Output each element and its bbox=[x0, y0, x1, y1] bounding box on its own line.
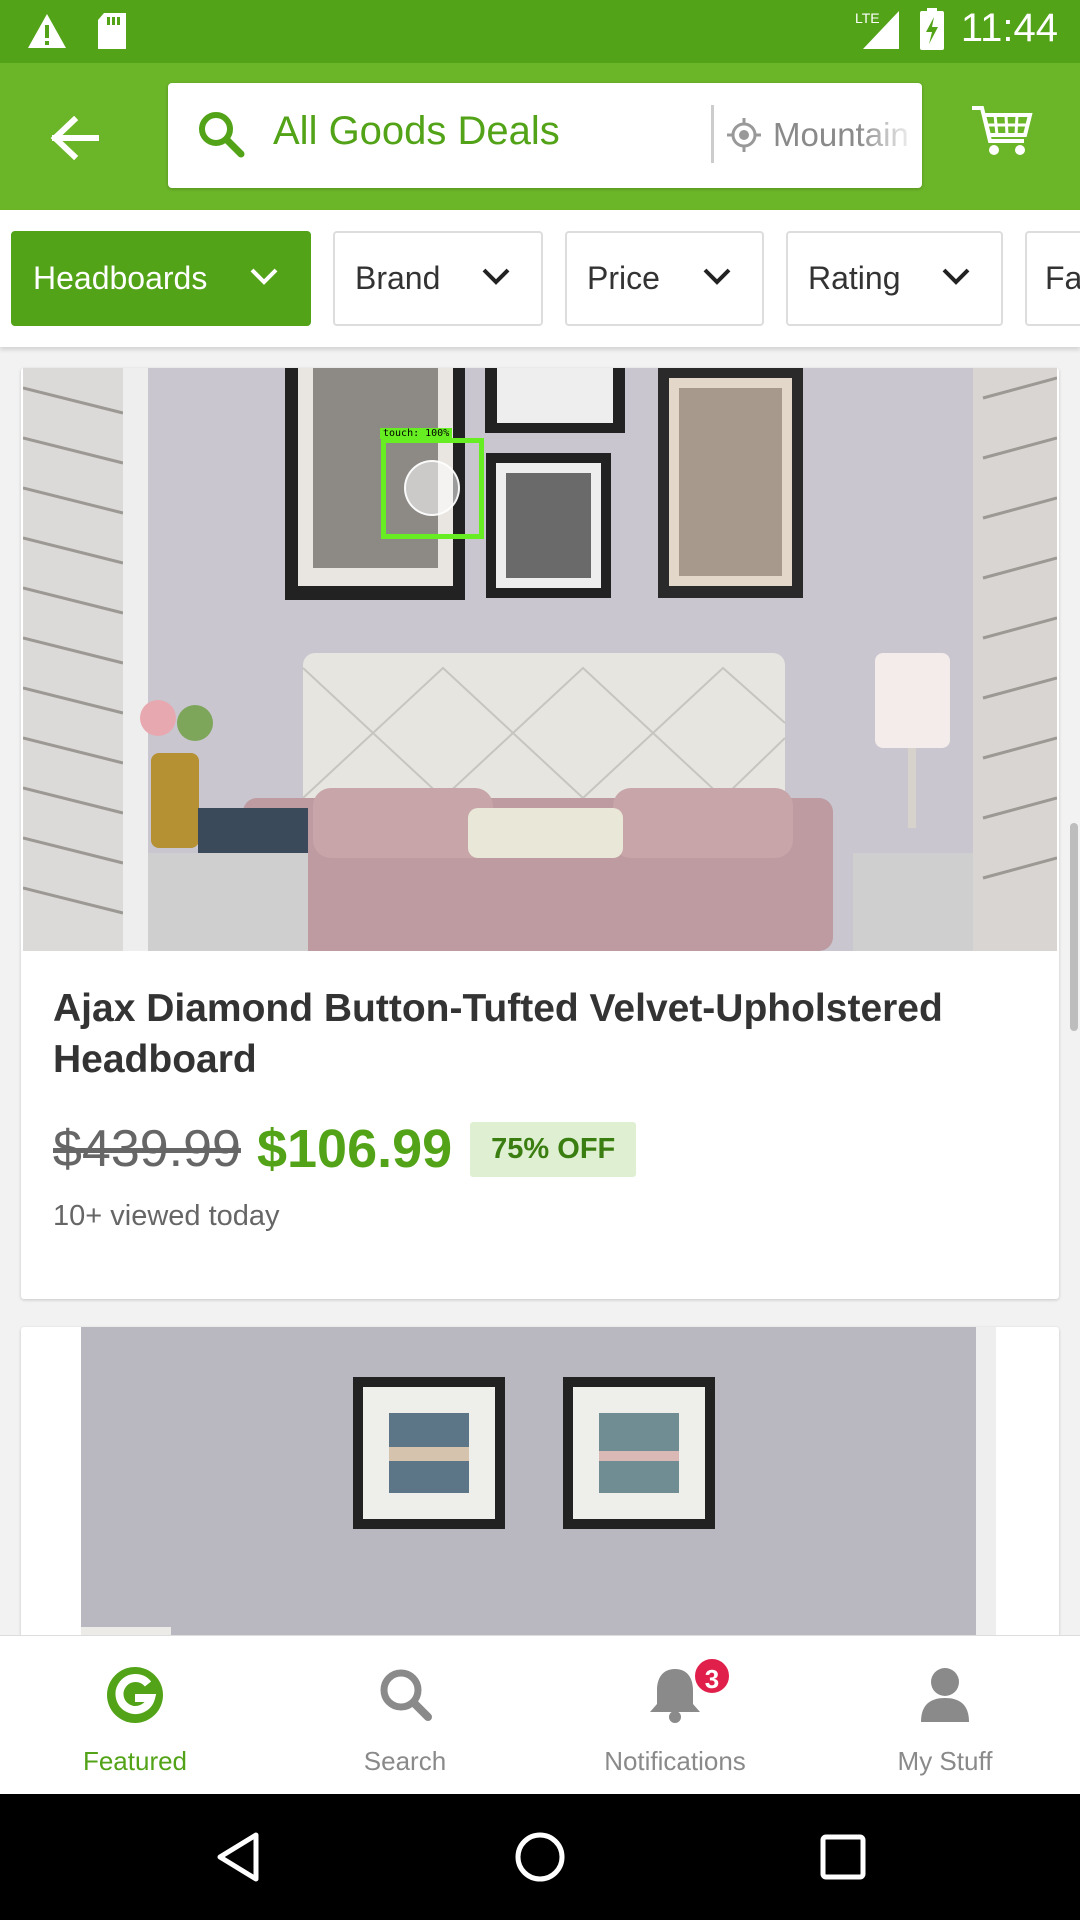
chevron-down-icon bbox=[250, 268, 278, 285]
filter-chip-more[interactable]: Fa bbox=[1025, 231, 1080, 326]
filter-chip-label: Fa bbox=[1045, 260, 1080, 296]
scrollbar[interactable] bbox=[1070, 823, 1078, 1031]
discount-badge: 75% OFF bbox=[470, 1121, 637, 1177]
filter-chip-label: Rating bbox=[808, 260, 901, 296]
deal-card[interactable]: Ajax Diamond Button-Tufted Velvet-Uphols… bbox=[21, 368, 1059, 1299]
groupon-g-icon bbox=[107, 1667, 163, 1723]
square-recents-icon bbox=[820, 1834, 866, 1880]
location-target-icon bbox=[727, 118, 761, 152]
clock: 11:44 bbox=[960, 6, 1058, 50]
divider bbox=[711, 105, 714, 163]
filter-chip-label: Headboards bbox=[33, 260, 208, 296]
cart-button[interactable] bbox=[970, 103, 1040, 168]
location-fade bbox=[858, 103, 918, 168]
person-icon bbox=[921, 1668, 969, 1722]
filter-chip-brand[interactable]: Brand bbox=[333, 231, 543, 326]
nav-label: Featured bbox=[82, 1746, 188, 1776]
system-recents-button[interactable] bbox=[813, 1827, 873, 1887]
warning-icon bbox=[28, 14, 66, 48]
nav-notifications[interactable]: 3 Notifications bbox=[540, 1636, 810, 1795]
app-header: All Goods Deals Mountain bbox=[0, 63, 1080, 210]
search-query[interactable]: All Goods Deals bbox=[273, 109, 560, 154]
price-row: $439.99 $106.99 75% OFF bbox=[53, 1118, 637, 1180]
sale-price: $106.99 bbox=[256, 1119, 453, 1179]
chevron-down-icon bbox=[482, 268, 510, 285]
sd-card-icon bbox=[98, 13, 126, 49]
touch-point bbox=[404, 460, 460, 516]
filter-chip-price[interactable]: Price bbox=[565, 231, 764, 326]
original-price: $439.99 bbox=[53, 1120, 241, 1178]
deal-card[interactable] bbox=[21, 1327, 1059, 1687]
chevron-down-icon bbox=[942, 268, 970, 285]
filter-chip-rating[interactable]: Rating bbox=[786, 231, 1003, 326]
system-navigation-bar bbox=[0, 1794, 1080, 1920]
cart-icon bbox=[972, 106, 1033, 155]
touch-label: touch: 100% bbox=[380, 428, 453, 439]
nav-search[interactable]: Search bbox=[270, 1636, 540, 1795]
filter-bar: Headboards Brand Price Rating Fa bbox=[0, 210, 1080, 347]
search-bar[interactable]: All Goods Deals Mountain bbox=[168, 83, 922, 188]
notification-badge: 3 bbox=[692, 1656, 732, 1696]
triangle-back-icon bbox=[217, 1832, 259, 1882]
filter-chip-label: Brand bbox=[355, 260, 441, 296]
product-title[interactable]: Ajax Diamond Button-Tufted Velvet-Uphols… bbox=[53, 983, 1013, 1085]
chevron-down-icon bbox=[703, 268, 731, 285]
bottom-navigation: Featured Search 3 Notifications My Stuff bbox=[0, 1635, 1080, 1794]
filter-chip-label: Price bbox=[587, 260, 660, 296]
product-image[interactable] bbox=[23, 368, 1057, 951]
nav-label: Search bbox=[363, 1746, 447, 1776]
product-image[interactable] bbox=[81, 1327, 996, 1687]
back-button[interactable] bbox=[40, 108, 110, 168]
system-back-button[interactable] bbox=[208, 1827, 268, 1887]
search-icon bbox=[380, 1669, 432, 1721]
system-home-button[interactable] bbox=[510, 1827, 570, 1887]
filter-chip-headboards[interactable]: Headboards bbox=[11, 231, 311, 326]
status-bar: LTE 11:44 bbox=[0, 0, 1080, 63]
network-type: LTE bbox=[855, 10, 880, 26]
nav-featured[interactable]: Featured bbox=[0, 1636, 270, 1795]
nav-my-stuff[interactable]: My Stuff bbox=[810, 1636, 1080, 1795]
signal-icon: LTE bbox=[855, 10, 899, 49]
arrow-left-icon bbox=[50, 116, 99, 160]
nav-label: Notifications bbox=[604, 1746, 746, 1776]
search-icon bbox=[199, 112, 245, 158]
circle-home-icon bbox=[515, 1832, 565, 1882]
battery-charging-icon bbox=[919, 7, 944, 50]
nav-label: My Stuff bbox=[897, 1746, 993, 1776]
view-count: 10+ viewed today bbox=[53, 1200, 280, 1232]
